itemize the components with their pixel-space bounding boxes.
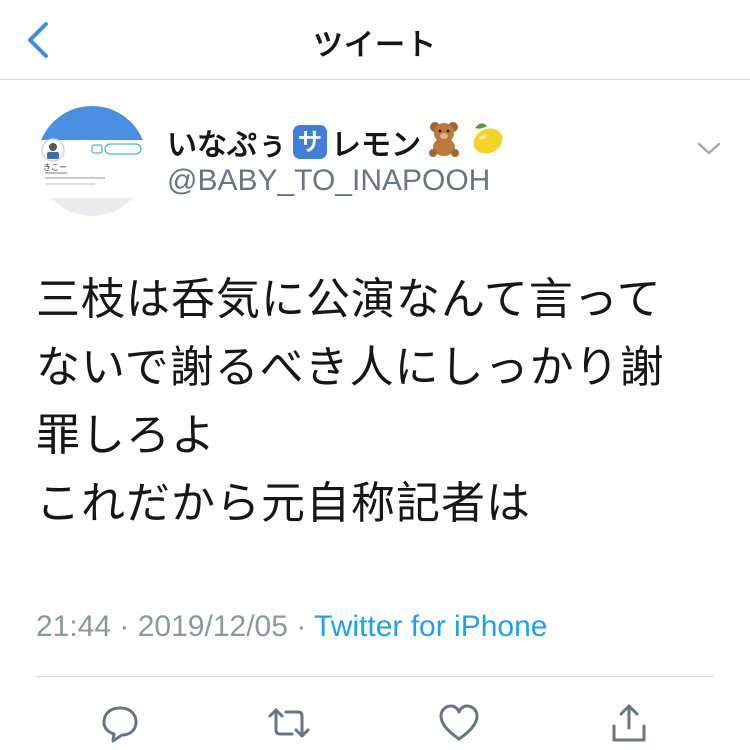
avatar[interactable]: きこー: [37, 106, 147, 216]
display-name-suffix: レモン: [331, 128, 421, 163]
avatar-text: きこー: [43, 163, 67, 172]
page-title: ツイート: [313, 28, 437, 63]
navigation-bar: ツイート: [0, 0, 750, 80]
like-icon[interactable]: [436, 700, 482, 746]
tweet-time: 21:44: [36, 610, 112, 643]
retweet-icon[interactable]: [266, 700, 312, 746]
tweet-line: ないで謝るべき人にしっかり謝: [36, 342, 665, 393]
tweet-meta: 21:44 · 2019/12/05 · Twitter for iPhone: [36, 610, 547, 644]
meta-separator: ·: [111, 610, 138, 643]
tweet-date: 2019/12/05: [137, 610, 288, 643]
reply-icon[interactable]: [97, 700, 143, 746]
display-name-prefix: いなぷぅ: [167, 128, 287, 163]
meta-separator: ·: [287, 610, 315, 643]
tweet-text: 三枝は呑気に公演なんて言って ないで謝るべき人にしっかり謝 罪しろよ これだから…: [36, 266, 726, 538]
tweet-source-link[interactable]: Twitter for iPhone: [314, 610, 547, 643]
tweet-line: これだから元自称記者は: [36, 478, 531, 529]
lemon-icon: [467, 118, 507, 166]
author-display-name[interactable]: いなぷぅ サ レモン: [167, 118, 507, 166]
divider: [36, 676, 714, 677]
author-handle[interactable]: @BABY_TO_INAPOOH: [167, 164, 490, 198]
tweet-line: 三枝は呑気に公演なんて言って: [36, 274, 662, 325]
sa-badge-icon: サ: [293, 125, 327, 159]
tweet-line: 罪しろよ: [36, 410, 216, 461]
chevron-down-icon[interactable]: [694, 136, 724, 160]
teddy-bear-icon: [425, 119, 463, 165]
share-icon[interactable]: [606, 700, 652, 746]
